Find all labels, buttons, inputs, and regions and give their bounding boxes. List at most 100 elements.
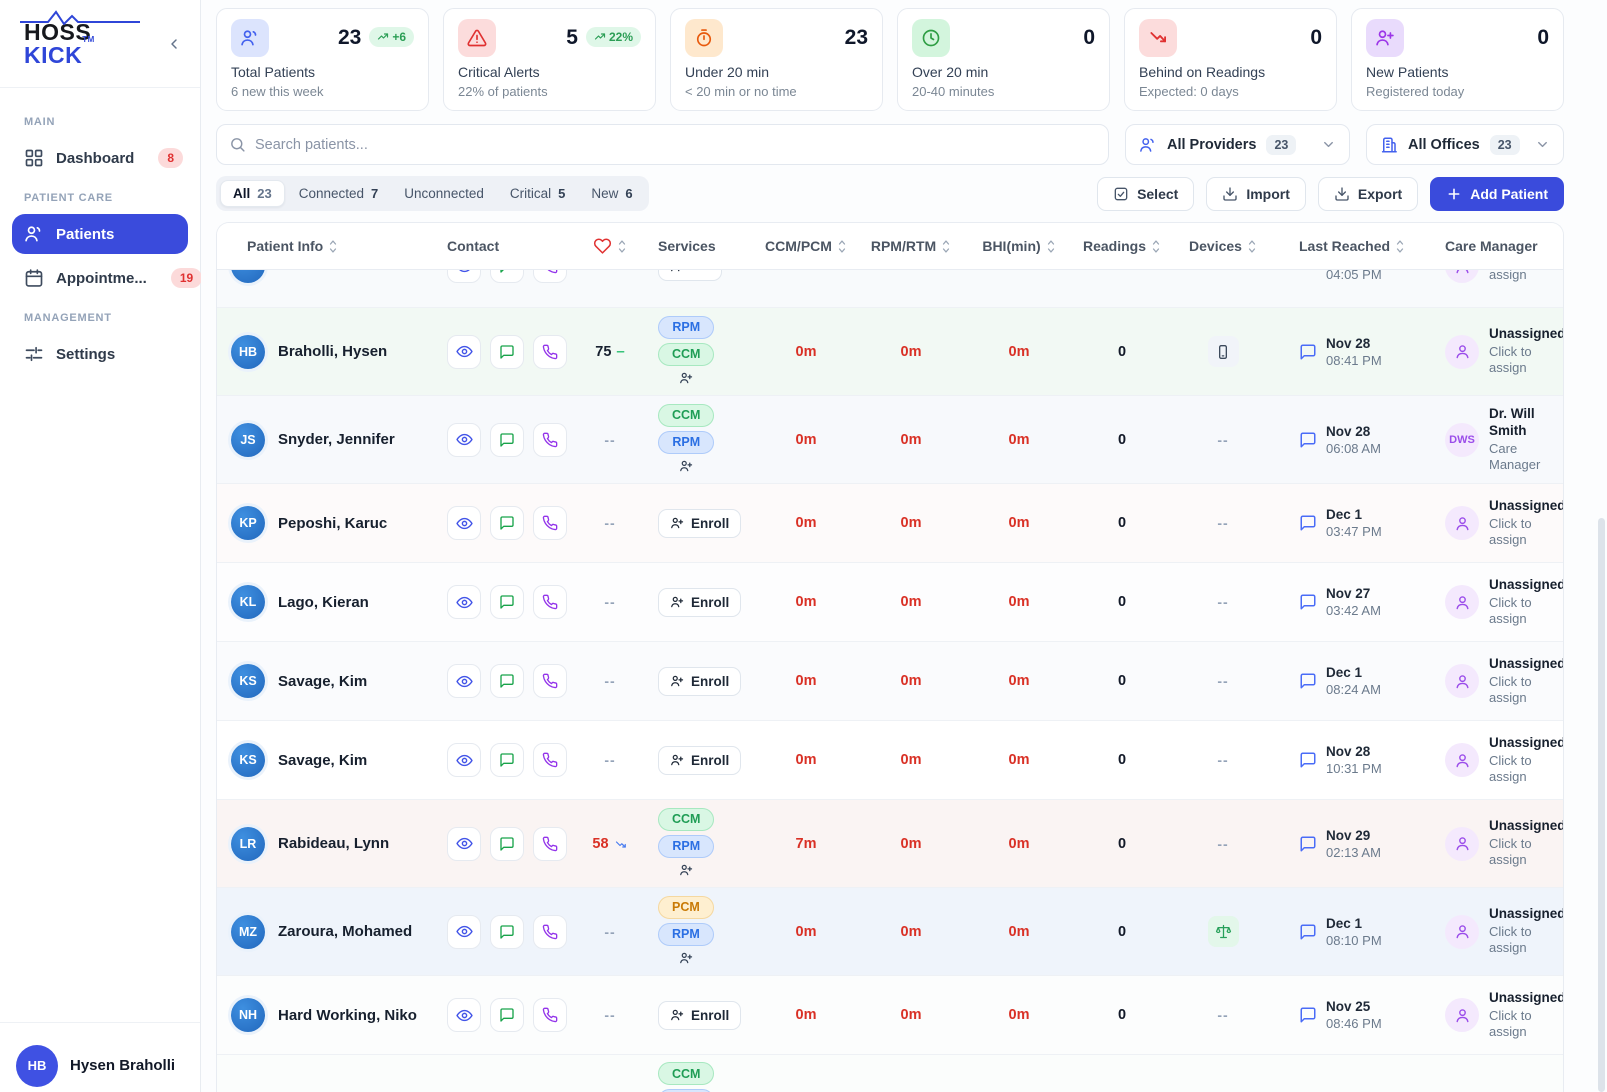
sidebar-item-appointments[interactable]: Appointme... 19 xyxy=(12,258,188,298)
message-patient-button[interactable] xyxy=(490,506,524,540)
ccm-pcm-minutes: 0m xyxy=(796,432,817,448)
sort-icon xyxy=(328,239,338,254)
message-bubble-icon xyxy=(1299,593,1317,611)
sidebar-item-patients[interactable]: Patients xyxy=(12,214,188,254)
enroll-button[interactable] xyxy=(658,270,722,281)
enroll-button[interactable]: Enroll xyxy=(658,1001,741,1030)
sidebar-item-settings[interactable]: Settings xyxy=(12,334,188,374)
view-patient-button[interactable] xyxy=(447,270,481,283)
view-patient-button[interactable] xyxy=(447,998,481,1032)
view-patient-button[interactable] xyxy=(447,827,481,861)
call-patient-button[interactable] xyxy=(533,423,567,457)
assign-care-manager[interactable]: UnassignedClick to assign xyxy=(1409,906,1563,956)
table-row[interactable]: HBBraholli, Hysen75–RPMCCM0m0m0m0Nov 280… xyxy=(217,307,1563,395)
column-header-last-reached[interactable]: Last Reached xyxy=(1273,238,1409,254)
view-patient-button[interactable] xyxy=(447,506,481,540)
table-row[interactable]: JSSnyder, Jennifer--CCMRPM0m0m0m0--Nov 2… xyxy=(217,395,1563,483)
button-label: Import xyxy=(1246,186,1290,202)
vertical-scrollbar[interactable] xyxy=(1598,518,1605,1092)
tab-all[interactable]: All23 xyxy=(220,180,285,207)
chat-icon xyxy=(499,594,515,610)
enroll-button[interactable]: Enroll xyxy=(658,588,741,617)
dashboard-badge: 8 xyxy=(158,148,183,168)
export-button[interactable]: Export xyxy=(1318,177,1418,211)
call-patient-button[interactable] xyxy=(533,585,567,619)
devices-value: -- xyxy=(1217,515,1228,531)
table-row[interactable]: LRRabideau, Lynn58CCMRPM7m0m0m0--Nov 290… xyxy=(217,799,1563,887)
message-patient-button[interactable] xyxy=(490,270,524,283)
call-patient-button[interactable] xyxy=(533,270,567,283)
add-patient-button[interactable]: Add Patient xyxy=(1430,177,1564,211)
table-row[interactable]: KPPeposhi, Karuc--Enroll0m0m0m0--Dec 103… xyxy=(217,483,1563,562)
message-patient-button[interactable] xyxy=(490,827,524,861)
assign-care-manager[interactable]: UnassignedClick to assign xyxy=(1409,577,1563,627)
assign-care-manager[interactable]: UnassignedClick to assign xyxy=(1409,498,1563,548)
column-header-patient-info[interactable]: Patient Info xyxy=(217,238,429,254)
table-row-partial-top[interactable]: 04:05 PM assign xyxy=(217,270,1563,307)
call-patient-button[interactable] xyxy=(533,743,567,777)
message-patient-button[interactable] xyxy=(490,915,524,949)
search-input[interactable] xyxy=(255,137,1096,153)
call-patient-button[interactable] xyxy=(533,827,567,861)
view-patient-button[interactable] xyxy=(447,664,481,698)
sidebar-collapse-button[interactable] xyxy=(161,31,186,57)
message-patient-button[interactable] xyxy=(490,335,524,369)
call-patient-button[interactable] xyxy=(533,335,567,369)
call-patient-button[interactable] xyxy=(533,915,567,949)
view-patient-button[interactable] xyxy=(447,585,481,619)
message-patient-button[interactable] xyxy=(490,664,524,698)
call-patient-button[interactable] xyxy=(533,998,567,1032)
assign-care-manager[interactable]: assign xyxy=(1409,270,1563,283)
tab-critical[interactable]: Critical5 xyxy=(498,181,578,206)
tab-unconnected[interactable]: Unconnected xyxy=(392,181,496,206)
table-row[interactable]: MZZaroura, Mohamed--PCMRPM0m0m0m0Dec 108… xyxy=(217,887,1563,975)
sidebar-item-dashboard[interactable]: Dashboard 8 xyxy=(12,138,188,178)
offices-dropdown[interactable]: All Offices 23 xyxy=(1366,124,1564,165)
column-header-readings[interactable]: Readings xyxy=(1071,238,1173,254)
column-header-bhi-min-[interactable]: BHI(min) xyxy=(967,238,1071,254)
add-service-icon[interactable] xyxy=(679,951,693,968)
logo-text-kick: KICK xyxy=(24,42,82,68)
message-patient-button[interactable] xyxy=(490,743,524,777)
import-button[interactable]: Import xyxy=(1206,177,1306,211)
assign-care-manager[interactable]: UnassignedClick to assign xyxy=(1409,656,1563,706)
column-header-devices[interactable]: Devices xyxy=(1173,238,1273,254)
column-header-ccm-pcm[interactable]: CCM/PCM xyxy=(757,238,855,254)
column-header-rpm-rtm[interactable]: RPM/RTM xyxy=(855,238,967,254)
table-row[interactable]: KLLago, Kieran--Enroll0m0m0m0--Nov 2703:… xyxy=(217,562,1563,641)
add-service-icon[interactable] xyxy=(679,371,693,388)
select-button[interactable]: Select xyxy=(1097,177,1194,211)
tab-connected[interactable]: Connected7 xyxy=(287,181,391,206)
view-patient-button[interactable] xyxy=(447,915,481,949)
message-patient-button[interactable] xyxy=(490,585,524,619)
assign-care-manager[interactable]: UnassignedClick to assign xyxy=(1409,990,1563,1040)
message-patient-button[interactable] xyxy=(490,998,524,1032)
table-row-partial-bottom[interactable]: CCMRPMUnassigned xyxy=(217,1054,1563,1092)
assign-care-manager[interactable]: UnassignedClick to assign xyxy=(1409,326,1563,376)
assign-care-manager[interactable]: UnassignedClick to assign xyxy=(1409,735,1563,785)
assign-care-manager[interactable]: UnassignedClick to assign xyxy=(1409,818,1563,868)
sidebar-user[interactable]: HB Hysen Braholli xyxy=(0,1022,200,1092)
person-plus-icon xyxy=(670,270,684,273)
providers-dropdown[interactable]: All Providers 23 xyxy=(1125,124,1350,165)
care-manager-name: Unassigned xyxy=(1489,656,1564,673)
care-manager-subtitle: assign xyxy=(1489,270,1563,283)
add-service-icon[interactable] xyxy=(679,863,693,880)
call-patient-button[interactable] xyxy=(533,506,567,540)
column-header-heart-rate[interactable] xyxy=(575,237,645,255)
care-manager-name: Unassigned xyxy=(1489,906,1564,923)
message-patient-button[interactable] xyxy=(490,423,524,457)
call-patient-button[interactable] xyxy=(533,664,567,698)
tab-new[interactable]: New6 xyxy=(579,181,644,206)
view-patient-button[interactable] xyxy=(447,743,481,777)
table-row[interactable]: KSSavage, Kim--Enroll0m0m0m0--Dec 108:24… xyxy=(217,641,1563,720)
enroll-button[interactable]: Enroll xyxy=(658,667,741,696)
table-row[interactable]: KSSavage, Kim--Enroll0m0m0m0--Nov 2810:3… xyxy=(217,720,1563,799)
view-patient-button[interactable] xyxy=(447,423,481,457)
ccm-pcm-minutes: 7m xyxy=(796,836,817,852)
enroll-button[interactable]: Enroll xyxy=(658,746,741,775)
view-patient-button[interactable] xyxy=(447,335,481,369)
table-row[interactable]: NHHard Working, Niko--Enroll0m0m0m0--Nov… xyxy=(217,975,1563,1054)
enroll-button[interactable]: Enroll xyxy=(658,509,741,538)
add-service-icon[interactable] xyxy=(679,459,693,476)
